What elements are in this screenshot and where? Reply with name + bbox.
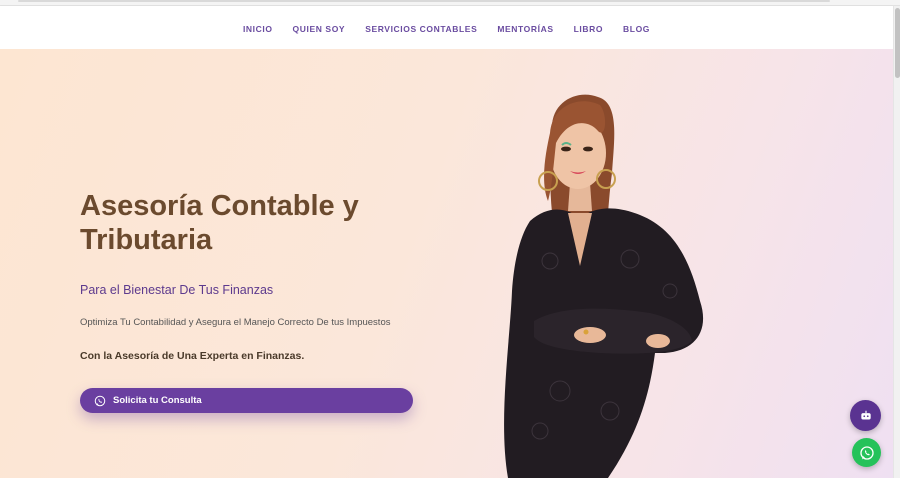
address-bar-edge	[18, 0, 830, 2]
nav-item-quien-soy[interactable]: QUIEN SOY	[293, 24, 346, 34]
chatbot-icon	[860, 410, 871, 419]
nav-item-servicios-contables[interactable]: SERVICIOS CONTABLES	[365, 24, 477, 34]
hero-subtitle: Para el Bienestar De Tus Finanzas	[80, 283, 274, 297]
nav-item-mentorias[interactable]: MENTORÍAS	[497, 24, 553, 34]
nav-item-blog[interactable]: BLOG	[623, 24, 650, 34]
solicita-consulta-button[interactable]: Solicita tu Consulta	[80, 388, 413, 413]
whatsapp-icon	[94, 395, 106, 406]
hero-title: Asesoría Contable y Tributaria	[80, 190, 359, 256]
nav-menu: INICIO QUIEN SOY SERVICIOS CONTABLES MEN…	[243, 19, 650, 37]
consultant-portrait	[504, 94, 704, 478]
hero-description: Optimiza Tu Contabilidad y Asegura el Ma…	[80, 317, 391, 328]
whatsapp-float-button[interactable]	[852, 438, 881, 467]
scrollbar-thumb[interactable]	[895, 8, 900, 78]
main-navigation: INICIO QUIEN SOY SERVICIOS CONTABLES MEN…	[0, 6, 893, 49]
chatbot-button[interactable]	[850, 400, 881, 431]
cta-label: Solicita tu Consulta	[113, 395, 202, 406]
hero-section: Asesoría Contable y Tributaria Para el B…	[0, 49, 893, 478]
nav-item-libro[interactable]: LIBRO	[574, 24, 603, 34]
whatsapp-icon	[859, 445, 874, 460]
nav-item-inicio[interactable]: INICIO	[243, 24, 273, 34]
page-scrollbar[interactable]	[893, 6, 900, 478]
hero-expert-line: Con la Asesoría de Una Experta en Finanz…	[80, 350, 305, 362]
